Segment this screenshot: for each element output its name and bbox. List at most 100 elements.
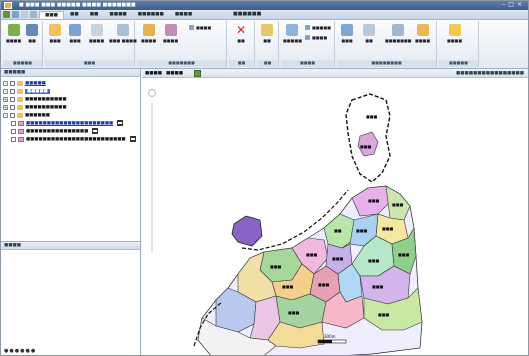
- pan-icon: [363, 24, 375, 36]
- tab-6[interactable]: ■■■■: [170, 11, 197, 19]
- tab-5[interactable]: ■■■■■■: [133, 11, 169, 19]
- ribbon-small-button-5-1[interactable]: ■■■■■: [305, 25, 331, 30]
- tree-item[interactable]: + ■■■■■■■■■■: [3, 95, 138, 103]
- ribbon-group-label: ■■■■■: [439, 60, 478, 67]
- district-label: ■■■: [368, 258, 380, 263]
- district-label: ■■■: [392, 202, 404, 207]
- ribbon-button-4-0[interactable]: ■■: [261, 24, 273, 43]
- expand-icon[interactable]: -: [3, 112, 8, 118]
- tab-2[interactable]: ■■: [65, 11, 84, 19]
- ribbon-group-label: ■■■■: [281, 60, 334, 67]
- ribbon-group-label: ■■■■■: [3, 60, 42, 67]
- map-layer-icon[interactable]: [194, 70, 201, 77]
- ribbon-button-6-1[interactable]: ■■: [363, 24, 375, 43]
- checkbox[interactable]: [10, 88, 15, 94]
- ribbon-group-5: ■■■■■ ■■■■■ ■■■■ ■■■■: [281, 21, 335, 67]
- ribbon-button-2-1[interactable]: ■■■■: [163, 24, 178, 43]
- ribbon-button-1-3[interactable]: ■■■ ■■■■: [109, 24, 137, 43]
- ribbon-button-7-0[interactable]: ■■■■: [447, 24, 462, 43]
- tree-item[interactable]: - ■■■■■: [3, 79, 138, 87]
- folder-icon: [17, 112, 23, 118]
- ribbon-small-button-2-2[interactable]: ■■■■: [189, 25, 211, 30]
- table-icon[interactable]: [92, 128, 99, 134]
- layer-icon: [18, 136, 24, 142]
- district-label: ■■■: [356, 228, 368, 233]
- ribbon-button-0-0[interactable]: ■■■■: [6, 24, 21, 43]
- delete-icon: ✕: [235, 23, 247, 37]
- expand-icon[interactable]: -: [3, 80, 8, 86]
- app-icon: [4, 2, 12, 9]
- redo-icon[interactable]: [30, 11, 37, 18]
- ribbon-group-6: ■■■ ■■ ■■■■■■■ ■■■■ ■■■■■■■■: [337, 21, 437, 67]
- district-label: ■■■: [366, 114, 378, 119]
- district-region[interactable]: [231, 215, 263, 247]
- ribbon-group-1: ■■■ ■■■ ■■■■ ■■■ ■■■■ ■■■: [45, 21, 137, 67]
- tab-4[interactable]: ■■■■: [104, 11, 131, 19]
- scale-label: 300m: [324, 334, 336, 339]
- tree-item[interactable]: ■■■■■■■■■■■■■■■■■■■■■: [3, 119, 138, 127]
- expand-icon[interactable]: +: [3, 96, 8, 102]
- ribbon-button-0-1[interactable]: ■■: [26, 24, 38, 43]
- table-icon[interactable]: [129, 136, 136, 142]
- tab-3[interactable]: ■■: [85, 11, 104, 19]
- folder-icon: [17, 88, 23, 94]
- map-toolbar: ■■■■ ■■■■ ■■■■■■■■■■■■■■■■: [142, 69, 528, 78]
- ribbon-button-6-0[interactable]: ■■■: [341, 24, 353, 43]
- ribbon-button-1-0[interactable]: ■■■: [49, 24, 61, 43]
- folder-icon: [17, 96, 23, 102]
- info-icon: [448, 24, 461, 36]
- district-label: ■■■: [382, 226, 394, 231]
- magnifier-icon: [392, 24, 405, 36]
- ribbon-group-label: ■■■: [45, 60, 134, 67]
- checkbox[interactable]: [11, 128, 16, 134]
- district-label: ■■: [334, 228, 342, 233]
- checkbox[interactable]: [11, 136, 16, 142]
- map-canvas[interactable]: ■■■ ■■■ ■■■ ■■■ ■■ ■■■ ■■■ ■■■ ■■■ ■■■ ■…: [142, 78, 528, 356]
- map-view[interactable]: ■■■■ ■■■■ ■■■■■■■■■■■■■■■■ ■■■ ■■■ ■■■ ■…: [142, 69, 528, 356]
- district-label: ■■■: [360, 144, 372, 149]
- expand-icon[interactable]: -: [3, 88, 8, 94]
- tree-item[interactable]: ■■■■■■■■■■■■■■■■■■■■■■■■: [3, 135, 138, 143]
- window-controls[interactable]: –□×: [502, 1, 525, 8]
- table-icon[interactable]: [117, 120, 124, 126]
- app-menu-icon[interactable]: [3, 11, 10, 18]
- checkbox-icon: [305, 25, 310, 30]
- checkbox[interactable]: [10, 80, 15, 86]
- print-icon: [90, 24, 103, 36]
- ribbon-button-1-1[interactable]: ■■■: [69, 24, 81, 43]
- undo-icon[interactable]: [21, 11, 28, 18]
- tree-item[interactable]: ■■■■■■■■■■■■■■■: [3, 127, 138, 135]
- checkbox[interactable]: [10, 112, 15, 118]
- ribbon-group-label: ■■■■■■■■: [337, 60, 436, 67]
- ribbon-button-2-0[interactable]: ■■■■: [141, 24, 156, 43]
- ribbon-button-5-0[interactable]: ■■■■■: [283, 24, 302, 43]
- district-label: ■■■: [372, 284, 384, 289]
- window-icon: [286, 24, 299, 36]
- ribbon-button-6-3[interactable]: ■■■■: [415, 24, 430, 43]
- save-icon[interactable]: [12, 11, 19, 18]
- tree-item[interactable]: - ■■■■■: [3, 87, 138, 95]
- district-label: ■■■: [318, 282, 330, 287]
- ribbon-button-3-0[interactable]: ✕ ■■: [235, 24, 247, 43]
- ribbon-small-button-5-2[interactable]: ■■■■: [305, 35, 327, 40]
- tree-item[interactable]: + ■■■■■■■■■■: [3, 103, 138, 111]
- quick-access-toolbar[interactable]: [3, 11, 37, 18]
- map-right-label[interactable]: ■■■■■■■■■■■■■■■■: [456, 71, 524, 76]
- checkbox[interactable]: [10, 104, 15, 110]
- checkbox[interactable]: [10, 96, 15, 102]
- ribbon-button-6-2[interactable]: ■■■■■■■: [385, 24, 411, 43]
- district-label: ■■■: [288, 310, 300, 315]
- checkbox-icon: [305, 35, 310, 40]
- expand-icon[interactable]: +: [3, 104, 8, 110]
- checkbox[interactable]: [11, 120, 16, 126]
- district-label: ■■■: [270, 264, 282, 269]
- ribbon-group-label: ■■: [229, 60, 254, 67]
- ribbon-group-label: ■■: [257, 60, 278, 67]
- tree-item[interactable]: - ■■■■■■: [3, 111, 138, 119]
- ribbon-group-7: ■■■■ ■■■■■: [439, 21, 479, 67]
- title-bar: ■ ■■■ ■■■ ■■■■■ ■■■■ ■■■■■■■ –□×: [1, 1, 528, 10]
- map-tab-value[interactable]: ■■■■: [166, 71, 183, 76]
- map-tab-label[interactable]: ■■■■: [145, 71, 162, 76]
- tab-home[interactable]: ■■■: [39, 11, 65, 19]
- ribbon-button-1-2[interactable]: ■■■■: [89, 24, 104, 43]
